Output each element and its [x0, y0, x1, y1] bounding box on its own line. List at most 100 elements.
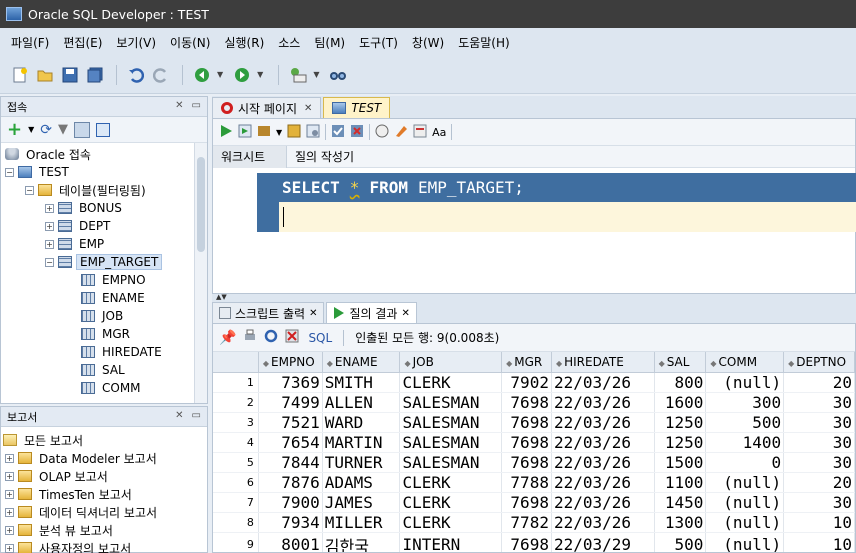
- table-cell[interactable]: 1250: [654, 432, 707, 453]
- table-cell[interactable]: 7934: [258, 512, 323, 533]
- subtab-worksheet[interactable]: 워크시트: [213, 145, 287, 168]
- table-cell[interactable]: SALESMAN: [399, 392, 503, 413]
- table-cell[interactable]: (null): [705, 512, 785, 533]
- table-cell[interactable]: CLERK: [399, 472, 503, 493]
- table-cell[interactable]: 1450: [654, 492, 707, 513]
- table-cell[interactable]: 7900: [258, 492, 323, 513]
- tree-item-table-emp[interactable]: + EMP: [1, 235, 207, 253]
- undo-icon[interactable]: [126, 65, 146, 85]
- subtab-query-builder[interactable]: 질의 작성기: [287, 146, 362, 168]
- table-cell[interactable]: 800: [654, 372, 707, 393]
- table-cell[interactable]: CLERK: [399, 372, 503, 393]
- editor-results-splitter[interactable]: ▲▼: [212, 294, 856, 301]
- table-row[interactable]: 4 7654 MARTIN SALESMAN 7698 22/03/26 1250 1400 3…: [213, 432, 855, 453]
- pin-icon[interactable]: 📌: [219, 330, 236, 346]
- table-cell[interactable]: 10: [783, 532, 855, 552]
- table-cell[interactable]: TURNER: [322, 452, 401, 473]
- table-row[interactable]: 6 7876 ADAMS CLERK 7788 22/03/26 1100 (null) 20: [213, 472, 855, 493]
- sql-worksheet-dropdown-icon[interactable]: ▼: [313, 70, 319, 79]
- expand-icon[interactable]: +: [5, 471, 14, 481]
- table-cell[interactable]: 10: [783, 512, 855, 533]
- expand-icon[interactable]: +: [45, 239, 54, 249]
- table-cell[interactable]: (null): [705, 372, 785, 393]
- tree-item-table-dept[interactable]: + DEPT: [1, 217, 207, 235]
- forward-icon[interactable]: [232, 65, 252, 85]
- table-cell[interactable]: 22/03/26: [551, 372, 655, 393]
- tree-item-column-sal[interactable]: SAL: [1, 361, 207, 379]
- expand-icon[interactable]: +: [5, 489, 14, 499]
- table-cell[interactable]: MILLER: [322, 512, 401, 533]
- table-cell[interactable]: 22/03/26: [551, 472, 655, 493]
- column-header-deptno[interactable]: ◆ DEPTNO: [783, 352, 855, 373]
- expand-icon[interactable]: +: [5, 543, 14, 553]
- tree-item-oracle-connections[interactable]: Oracle 접속: [1, 145, 207, 163]
- close-tab-icon[interactable]: ✕: [304, 103, 312, 114]
- expand-icon[interactable]: +: [45, 221, 54, 231]
- close-tab-icon[interactable]: ✕: [309, 308, 317, 319]
- table-cell[interactable]: 8001: [258, 532, 323, 552]
- tree-item-column-empno[interactable]: EMPNO: [1, 271, 207, 289]
- code-line-1[interactable]: SELECT * FROM EMP_TARGET;: [257, 173, 856, 202]
- forward-dropdown-icon[interactable]: ▼: [257, 70, 263, 79]
- add-connection-icon[interactable]: +: [7, 120, 22, 138]
- explain-plan-icon[interactable]: [287, 124, 301, 141]
- table-cell[interactable]: 1250: [654, 412, 707, 433]
- table-cell[interactable]: 7654: [258, 432, 323, 453]
- menu-team[interactable]: 팀(M): [307, 34, 352, 51]
- table-cell[interactable]: 7782: [501, 512, 552, 533]
- collapse-icon[interactable]: −: [25, 185, 34, 195]
- collapse-all-icon[interactable]: [95, 122, 110, 137]
- schema-browser-icon[interactable]: [73, 121, 90, 138]
- table-cell[interactable]: 20: [783, 372, 855, 393]
- cancel-icon[interactable]: [285, 329, 299, 346]
- sql-history-icon[interactable]: [375, 124, 389, 141]
- tab-query-result[interactable]: 질의 결과 ✕: [326, 302, 417, 323]
- tree-item-table-emp-target[interactable]: − EMP_TARGET: [1, 253, 207, 271]
- tree-item-table-bonus[interactable]: + BONUS: [1, 199, 207, 217]
- tab-script-output[interactable]: 스크립트 출력 ✕: [212, 302, 325, 323]
- table-cell[interactable]: 7698: [501, 492, 552, 513]
- expand-icon[interactable]: +: [5, 453, 14, 463]
- table-cell[interactable]: 22/03/26: [551, 392, 655, 413]
- column-header-empno[interactable]: ◆ EMPNO: [258, 352, 323, 373]
- run-script-icon[interactable]: [238, 124, 252, 141]
- column-header-job[interactable]: ◆ JOB: [399, 352, 503, 373]
- menu-tools[interactable]: 도구(T): [352, 34, 405, 51]
- expand-icon[interactable]: +: [5, 507, 14, 517]
- table-row[interactable]: 3 7521 WARD SALESMAN 7698 22/03/26 1250 500 30: [213, 412, 855, 433]
- minimize-panel-icon[interactable]: ▭: [192, 410, 201, 421]
- table-row[interactable]: 8 7934 MILLER CLERK 7782 22/03/26 1300 (null) 10: [213, 512, 855, 533]
- table-cell[interactable]: 22/03/26: [551, 412, 655, 433]
- column-header-ename[interactable]: ◆ ENAME: [322, 352, 401, 373]
- menu-view[interactable]: 보기(V): [109, 34, 163, 51]
- tree-item-data-modeler-reports[interactable]: + Data Modeler 보고서: [1, 449, 207, 467]
- run-statement-icon[interactable]: [219, 124, 233, 141]
- table-cell[interactable]: 1400: [705, 432, 785, 453]
- tree-item-data-dictionary-reports[interactable]: + 데이터 딕셔너리 보고서: [1, 503, 207, 521]
- table-row[interactable]: 7 7900 JAMES CLERK 7698 22/03/26 1450 (null) 30: [213, 492, 855, 513]
- table-cell[interactable]: 7902: [501, 372, 552, 393]
- autotrace-dropdown-icon[interactable]: ▼: [276, 128, 282, 137]
- menu-source[interactable]: 소스: [271, 34, 307, 51]
- table-cell[interactable]: SALESMAN: [399, 412, 503, 433]
- clear-icon[interactable]: [394, 124, 408, 141]
- add-dropdown-icon[interactable]: ▼: [28, 125, 34, 134]
- table-cell[interactable]: 7499: [258, 392, 323, 413]
- table-cell[interactable]: 22/03/26: [551, 512, 655, 533]
- autotrace-icon[interactable]: [257, 124, 271, 141]
- case-toggle-icon[interactable]: Aa: [432, 126, 446, 139]
- tab-start-page[interactable]: 시작 페이지 ✕: [212, 97, 322, 118]
- table-cell[interactable]: 30: [783, 412, 855, 433]
- column-header-mgr[interactable]: ◆ MGR: [501, 352, 552, 373]
- sql-worksheet-icon[interactable]: [288, 65, 308, 85]
- code-editor[interactable]: SELECT * FROM EMP_TARGET;: [257, 173, 856, 233]
- menu-navigate[interactable]: 이동(N): [163, 34, 217, 51]
- table-cell[interactable]: 30: [783, 392, 855, 413]
- filter-icon[interactable]: ▼: [58, 122, 68, 137]
- new-file-icon[interactable]: [10, 65, 30, 85]
- commit-icon[interactable]: [331, 124, 345, 141]
- connections-scrollbar[interactable]: [194, 143, 207, 403]
- back-dropdown-icon[interactable]: ▼: [217, 70, 223, 79]
- tree-item-analytic-view-reports[interactable]: + 분석 뷰 보고서: [1, 521, 207, 539]
- sql-link[interactable]: SQL: [308, 331, 332, 345]
